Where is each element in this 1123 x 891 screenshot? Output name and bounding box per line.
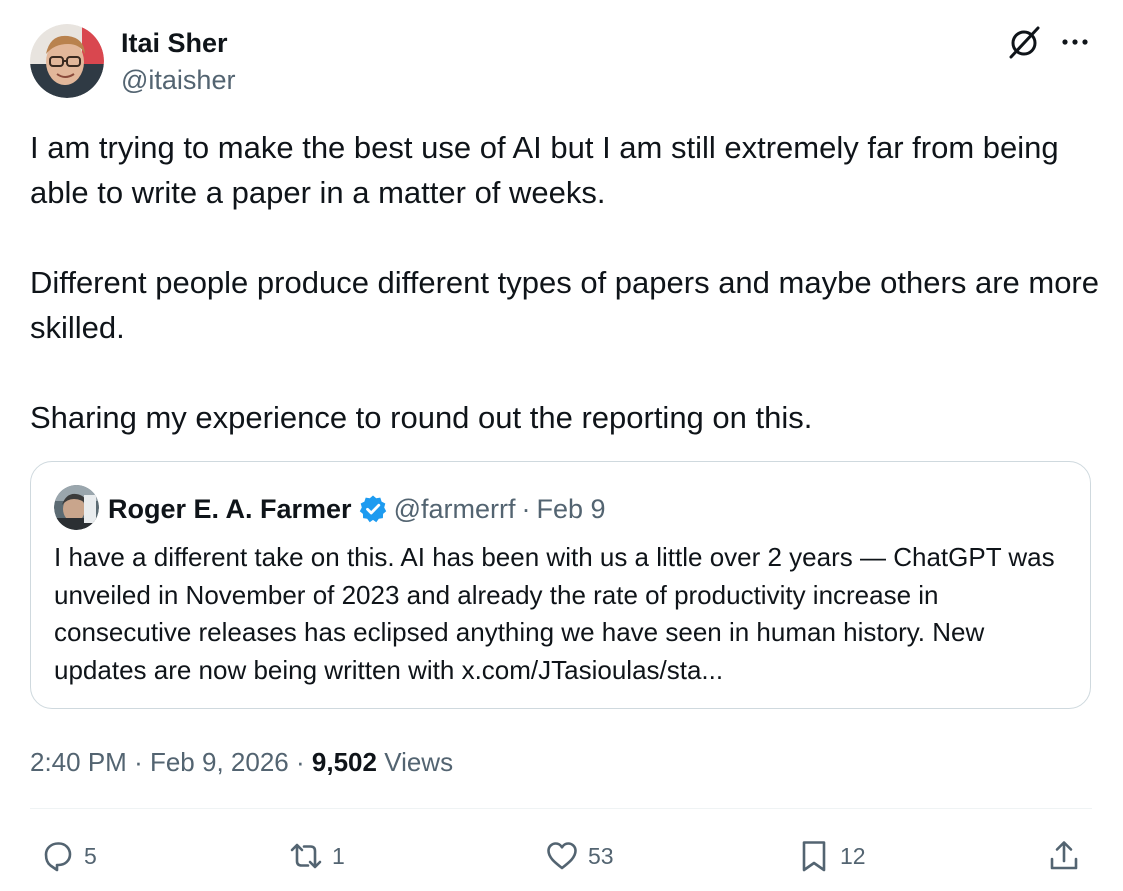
quoted-author-name[interactable]: Roger E. A. Farmer <box>108 490 352 528</box>
like-button[interactable]: 53 <box>544 836 614 876</box>
tweet-time[interactable]: 2:40 PM <box>30 747 127 777</box>
more-options-icon[interactable] <box>1058 24 1092 60</box>
heart-icon <box>544 838 580 874</box>
tweet-meta: 2:40 PM · Feb 9, 2026 · 9,502 Views <box>30 742 453 782</box>
tweet-text: I am trying to make the best use of AI b… <box>30 125 1100 440</box>
tweet-date[interactable]: Feb 9, 2026 <box>150 747 289 777</box>
reply-icon <box>40 838 76 874</box>
separator-dot: · <box>521 494 531 524</box>
quoted-author-avatar[interactable] <box>54 485 99 530</box>
share-button[interactable] <box>1046 836 1082 876</box>
separator-dot: · <box>134 747 143 777</box>
like-count: 53 <box>588 843 614 869</box>
reply-button[interactable]: 5 <box>40 836 97 876</box>
tweet-paragraph: Different people produce different types… <box>30 265 1100 345</box>
separator-dot: · <box>295 747 305 777</box>
tweet-paragraph: I am trying to make the best use of AI b… <box>30 130 1059 210</box>
quoted-tweet-date[interactable]: Feb 9 <box>537 490 606 528</box>
grok-icon[interactable] <box>1006 24 1042 60</box>
bookmark-count: 12 <box>840 843 866 869</box>
tweet-paragraph: Sharing my experience to round out the r… <box>30 400 813 435</box>
views-count: 9,502 <box>311 747 377 777</box>
share-icon <box>1046 838 1082 874</box>
author-handle[interactable]: @itaisher <box>121 63 235 97</box>
bookmark-button[interactable]: 12 <box>796 836 866 876</box>
views-label: Views <box>384 747 454 777</box>
quoted-tweet-card[interactable]: Roger E. A. Farmer @farmerrf · Feb 9 I h… <box>30 461 1091 709</box>
repost-button[interactable]: 1 <box>288 836 345 876</box>
repost-count: 1 <box>332 843 345 869</box>
quoted-tweet-header: Roger E. A. Farmer @farmerrf · Feb 9 <box>108 490 606 528</box>
repost-icon <box>288 838 324 874</box>
bookmark-icon <box>796 838 832 874</box>
divider <box>30 808 1092 809</box>
tweet-detail: Itai Sher @itaisher I am trying to make … <box>0 0 1123 891</box>
quoted-tweet-text: I have a different take on this. AI has … <box>54 542 1055 685</box>
author-name[interactable]: Itai Sher <box>121 26 228 60</box>
reply-count: 5 <box>84 843 97 869</box>
verified-badge-icon <box>358 494 388 524</box>
quoted-author-handle[interactable]: @farmerrf <box>394 490 516 528</box>
author-avatar[interactable] <box>30 24 104 98</box>
